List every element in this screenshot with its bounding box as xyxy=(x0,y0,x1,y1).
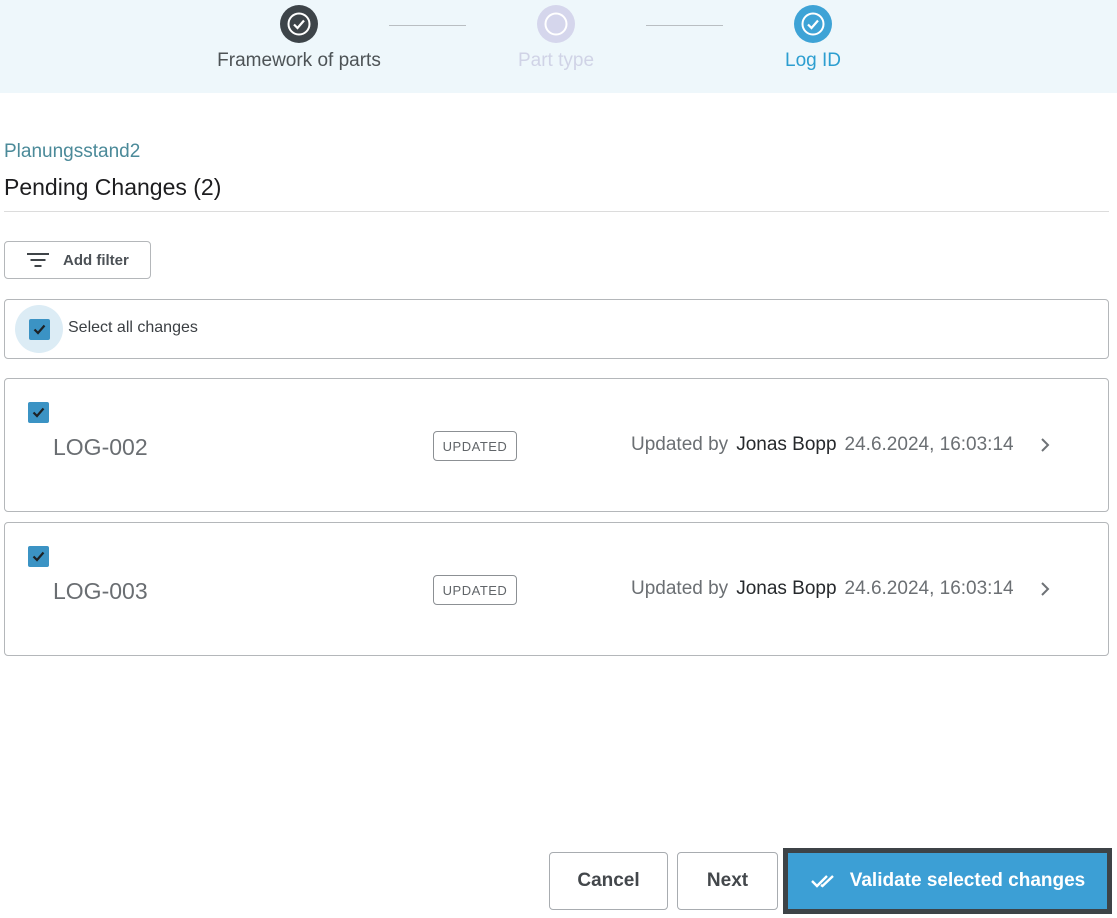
change-meta: Updated by Jonas Bopp 24.6.2024, 16:03:14 xyxy=(631,434,1014,456)
updated-by-prefix: Updated by xyxy=(631,434,729,455)
next-button[interactable]: Next xyxy=(677,852,778,910)
status-badge: UPDATED xyxy=(433,431,517,461)
page-title: Pending Changes (2) xyxy=(4,174,222,200)
checkmark-icon xyxy=(32,551,45,562)
log-id: LOG-002 xyxy=(53,434,148,460)
updated-by-prefix: Updated by xyxy=(631,578,729,599)
select-all-checkbox[interactable] xyxy=(29,319,50,340)
select-all-label: Select all changes xyxy=(68,319,198,336)
change-meta: Updated by Jonas Bopp 24.6.2024, 16:03:14 xyxy=(631,578,1014,600)
chevron-right-icon[interactable] xyxy=(1037,578,1053,605)
add-filter-label: Add filter xyxy=(63,251,129,269)
divider xyxy=(4,211,1109,212)
change-checkbox[interactable] xyxy=(28,546,49,567)
breadcrumb: Planungsstand2 xyxy=(4,141,141,162)
updated-by-user: Jonas Bopp xyxy=(736,434,837,455)
double-check-icon xyxy=(810,875,834,888)
checkmark-icon xyxy=(32,407,45,418)
updated-by-user: Jonas Bopp xyxy=(736,578,837,599)
check-circle-icon xyxy=(280,5,318,43)
validate-selected-changes-button[interactable]: Validate selected changes xyxy=(783,848,1112,914)
change-checkbox[interactable] xyxy=(28,402,49,423)
stepper: Framework of parts Part type Log ID xyxy=(0,0,1117,93)
step-label: Framework of parts xyxy=(217,50,381,71)
step-log-id[interactable]: Log ID xyxy=(693,5,933,72)
check-circle-icon xyxy=(794,5,832,43)
select-all-row: Select all changes xyxy=(4,299,1109,359)
chevron-right-icon[interactable] xyxy=(1037,434,1053,461)
filter-icon xyxy=(27,252,49,268)
updated-timestamp: 24.6.2024, 16:03:14 xyxy=(844,578,1014,599)
updated-timestamp: 24.6.2024, 16:03:14 xyxy=(844,434,1014,455)
validate-button-label: Validate selected changes xyxy=(849,870,1086,891)
step-framework-of-parts[interactable]: Framework of parts xyxy=(179,5,419,72)
checkmark-icon xyxy=(33,324,46,335)
change-card[interactable]: LOG-003 UPDATED Updated by Jonas Bopp 24.6… xyxy=(4,522,1109,656)
log-id: LOG-003 xyxy=(53,578,148,604)
circle-icon xyxy=(537,5,575,43)
step-part-type: Part type xyxy=(436,5,676,72)
validate-button-body[interactable]: Validate selected changes xyxy=(788,853,1107,909)
change-card[interactable]: LOG-002 UPDATED Updated by Jonas Bopp 24.6… xyxy=(4,378,1109,512)
step-label: Part type xyxy=(517,50,595,71)
add-filter-button[interactable]: Add filter xyxy=(4,241,151,279)
cancel-button[interactable]: Cancel xyxy=(549,852,668,910)
status-badge: UPDATED xyxy=(433,575,517,605)
step-label: Log ID xyxy=(785,50,841,71)
